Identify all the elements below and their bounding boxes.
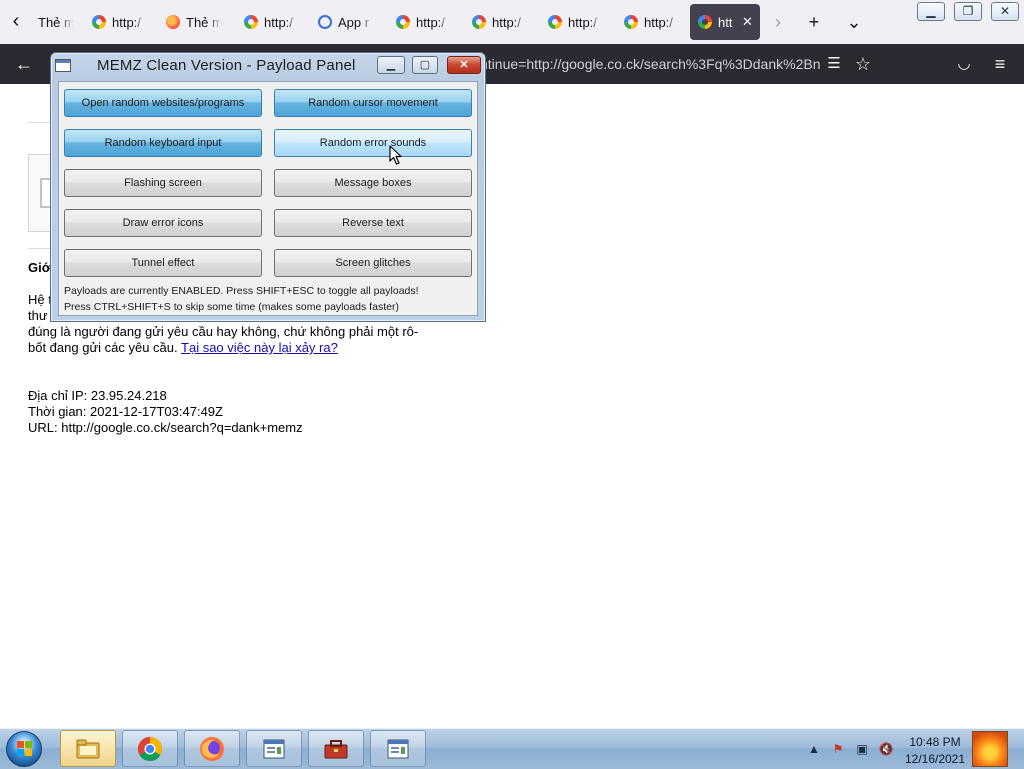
tab-title: Thẻ m [186, 14, 222, 30]
network-icon[interactable]: ▣ [854, 741, 870, 757]
google-icon [698, 15, 712, 29]
window-app-icon [263, 739, 285, 759]
tab-title: App r [338, 14, 370, 30]
reader-view-icon[interactable]: ☰ [822, 52, 846, 76]
pocket-icon[interactable]: ◡ [952, 52, 976, 76]
chevron-left-icon[interactable]: ‹ [4, 10, 28, 34]
close-button[interactable]: ✕ [991, 2, 1019, 21]
start-button[interactable] [6, 731, 42, 767]
maximize-button[interactable]: ▢ [412, 56, 438, 74]
clock-time[interactable]: 10:48 PM [895, 735, 975, 749]
tab[interactable]: http:/ [236, 4, 308, 40]
chevron-right-icon[interactable]: › [766, 10, 790, 34]
url-field[interactable]: ntinue=http://google.co.ck/search%3Fq%3D… [480, 50, 820, 78]
timestamp: Thời gian: 2021-12-17T03:47:49Z [28, 404, 223, 419]
new-tab-icon[interactable]: + [802, 10, 826, 34]
folder-icon [76, 739, 100, 759]
tab-title: http:/ [568, 14, 597, 30]
google-icon [548, 15, 562, 29]
tab-title: http:/ [112, 14, 141, 30]
tab-active[interactable]: htt ✕ [690, 4, 760, 40]
why-link[interactable]: Tại sao việc này lại xảy ra? [181, 340, 338, 355]
toolbox-icon [324, 740, 348, 759]
paragraph-text: bốt đang gửi các yêu cầu. [28, 340, 178, 355]
payload-panel: Open random websites/programs Random cur… [58, 81, 478, 316]
firefox-icon [200, 737, 224, 761]
status-text: Press CTRL+SHIFT+S to skip some time (ma… [64, 301, 399, 313]
firefox-icon [166, 15, 180, 29]
chrome-icon [137, 737, 163, 762]
tab[interactable]: http:/ [388, 4, 460, 40]
paragraph-line: đúng là người đang gửi yêu cầu hay không… [28, 324, 419, 339]
tab-title: htt [718, 14, 733, 30]
tab[interactable]: http:/ [540, 4, 612, 40]
tab-strip: ‹ Thẻ m http:/ Thẻ m http:/ App r http:/… [0, 0, 1024, 44]
payload-button[interactable]: Flashing screen [64, 169, 262, 197]
tab[interactable]: Thẻ m [158, 4, 230, 40]
google-icon [92, 15, 106, 29]
app-icon [318, 15, 332, 29]
tab-title: http:/ [416, 14, 445, 30]
google-icon [472, 15, 486, 29]
window-title: MEMZ Clean Version - Payload Panel [97, 57, 356, 74]
windows-logo-icon [17, 741, 33, 757]
memz-window: MEMZ Clean Version - Payload Panel ▁ ▢ ✕… [50, 52, 486, 322]
show-hidden-icons-icon[interactable]: ▲ [806, 741, 822, 757]
tab[interactable]: http:/ [84, 4, 156, 40]
payload-button[interactable]: Open random websites/programs [64, 89, 262, 117]
google-icon [624, 15, 638, 29]
taskbar-firefox[interactable] [184, 730, 240, 767]
tab-title: http:/ [644, 14, 673, 30]
payload-button[interactable]: Random keyboard input [64, 129, 262, 157]
payload-button[interactable]: Message boxes [274, 169, 472, 197]
info-heading: Giớ [28, 260, 51, 275]
google-icon [396, 15, 410, 29]
tab[interactable]: http:/ [464, 4, 536, 40]
taskbar-memz-window[interactable] [370, 730, 426, 767]
tab-title: Thẻ m [38, 14, 74, 30]
taskbar-explorer[interactable] [60, 730, 116, 767]
action-center-icon[interactable]: ⚑ [830, 741, 846, 757]
paragraph-line: bốt đang gửi các yêu cầu. Tại sao việc n… [28, 340, 428, 356]
tab-title: http:/ [492, 14, 521, 30]
request-url: URL: http://google.co.ck/search?q=dank+m… [28, 420, 303, 435]
google-icon [244, 15, 258, 29]
taskbar-chrome[interactable] [122, 730, 178, 767]
minimize-button[interactable]: ▁ [377, 56, 405, 74]
minimize-button[interactable]: ▁ [917, 2, 945, 21]
payload-button[interactable]: Screen glitches [274, 249, 472, 277]
volume-muted-icon[interactable]: 🔇 [878, 741, 894, 757]
tab[interactable]: http:/ [616, 4, 688, 40]
taskbar: ▲ ⚑ ▣ 🔇 10:48 PM 12/16/2021 [0, 728, 1024, 769]
mouse-cursor-icon [389, 145, 402, 165]
restore-button[interactable]: ❐ [954, 2, 982, 21]
payload-button[interactable]: Tunnel effect [64, 249, 262, 277]
clock-date[interactable]: 12/16/2021 [895, 752, 975, 766]
status-text: Payloads are currently ENABLED. Press SH… [64, 285, 419, 297]
payload-button[interactable]: Reverse text [274, 209, 472, 237]
menu-icon[interactable]: ≡ [988, 52, 1012, 76]
payload-button[interactable]: Draw error icons [64, 209, 262, 237]
user-picture[interactable] [972, 731, 1008, 767]
back-arrow-icon[interactable]: ← [12, 52, 36, 76]
ip-address: Địa chỉ IP: 23.95.24.218 [28, 388, 167, 403]
window-app-icon [55, 59, 71, 72]
payload-button[interactable]: Random cursor movement [274, 89, 472, 117]
taskbar-memz-window[interactable] [246, 730, 302, 767]
bookmark-star-icon[interactable]: ☆ [851, 52, 875, 76]
taskbar-toolbox[interactable] [308, 730, 364, 767]
tab-title: http:/ [264, 14, 293, 30]
window-app-icon [387, 739, 409, 759]
close-button[interactable]: ✕ [447, 56, 481, 74]
tab-list-icon[interactable]: ⌄ [842, 10, 866, 34]
tab[interactable]: App r [310, 4, 382, 40]
payload-button[interactable]: Random error sounds [274, 129, 472, 157]
close-icon[interactable]: ✕ [742, 14, 753, 30]
